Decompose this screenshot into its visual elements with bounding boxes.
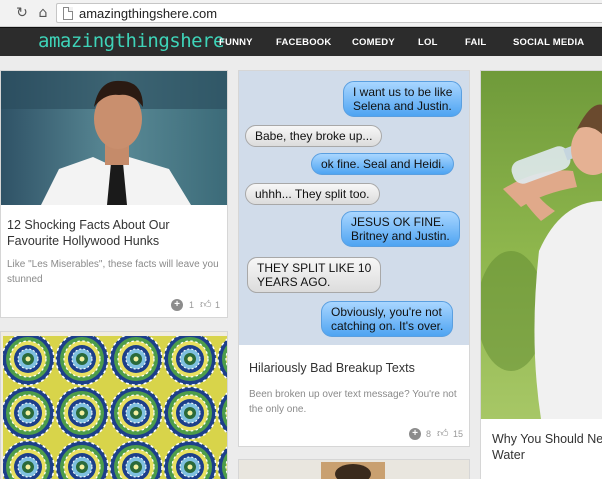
chat-bubble-received: THEY SPLIT LIKE 10 YEARS AGO. xyxy=(247,257,382,293)
article-description: Been broken up over text message? You're… xyxy=(249,389,457,415)
article-title[interactable]: Why You Should Ne Water xyxy=(492,431,602,463)
menu-item-social-media[interactable]: SOCIAL MEDIA xyxy=(513,37,584,48)
article-stats: + 1 👍︎ 1 xyxy=(171,299,227,313)
article-title[interactable]: Hilariously Bad Breakup Texts xyxy=(249,360,463,376)
article-card-hunks[interactable]: 12 Shocking Facts About Our Favourite Ho… xyxy=(0,70,228,318)
site-header: amazingthingshere FUNNY FACEBOOK COMEDY … xyxy=(0,27,602,56)
thumbs-up-icon[interactable]: 👍︎ xyxy=(437,428,449,440)
add-count: 8 xyxy=(426,429,432,439)
article-title[interactable]: 12 Shocking Facts About Our Favourite Ho… xyxy=(7,217,217,249)
chat-bubble-sent: Obviously, you're not catching on. It's … xyxy=(321,301,454,337)
chat-bubble-sent: JESUS OK FINE. Britney and Justin. xyxy=(341,211,460,247)
article-card-breakup[interactable]: I want us to be like Selena and Justin. … xyxy=(238,70,470,447)
menu-item-funny[interactable]: FUNNY xyxy=(219,37,253,48)
like-count: 1 xyxy=(215,300,221,310)
article-stats: + 8 👍︎ 15 xyxy=(409,428,469,442)
add-icon[interactable]: + xyxy=(409,428,421,440)
chat-bubble-sent: I want us to be like Selena and Justin. xyxy=(343,81,463,117)
address-bar[interactable]: amazingthingshere.com xyxy=(56,3,602,23)
menu-item-facebook[interactable]: FACEBOOK xyxy=(276,37,331,48)
article-card-water[interactable]: Why You Should Ne Water xyxy=(480,70,602,479)
article-image-hunk[interactable] xyxy=(1,71,228,205)
article-image-partial[interactable] xyxy=(239,460,470,479)
add-count: 1 xyxy=(189,300,195,310)
article-image-illusion[interactable] xyxy=(1,332,228,479)
thumbs-up-icon[interactable]: 👍︎ xyxy=(200,299,212,311)
chat-bubble-received: uhhh... They split too. xyxy=(245,183,380,205)
menu-item-fail[interactable]: FAIL xyxy=(465,37,486,48)
reload-icon[interactable]: ↻ xyxy=(13,4,31,22)
chat-bubble-sent: ok fine. Seal and Heidi. xyxy=(311,153,455,175)
browser-toolbar: ↻ ⌂ amazingthingshere.com xyxy=(0,0,602,27)
chat-bubble-received: Babe, they broke up... xyxy=(245,125,383,147)
add-icon[interactable]: + xyxy=(171,299,183,311)
article-image-water[interactable] xyxy=(481,71,602,419)
article-card-partial[interactable] xyxy=(238,459,470,479)
article-image-breakup-texts[interactable]: I want us to be like Selena and Justin. … xyxy=(239,71,469,345)
page-icon xyxy=(63,7,73,20)
article-card-illusion[interactable] xyxy=(0,331,228,479)
site-logo[interactable]: amazingthingshere xyxy=(38,30,224,52)
article-description: Like "Les Miserables", these facts will … xyxy=(7,259,219,285)
url-text[interactable]: amazingthingshere.com xyxy=(79,6,217,21)
home-icon[interactable]: ⌂ xyxy=(34,4,52,22)
menu-item-comedy[interactable]: COMEDY xyxy=(352,37,395,48)
like-count: 15 xyxy=(453,429,464,439)
menu-item-lol[interactable]: LOL xyxy=(418,37,438,48)
